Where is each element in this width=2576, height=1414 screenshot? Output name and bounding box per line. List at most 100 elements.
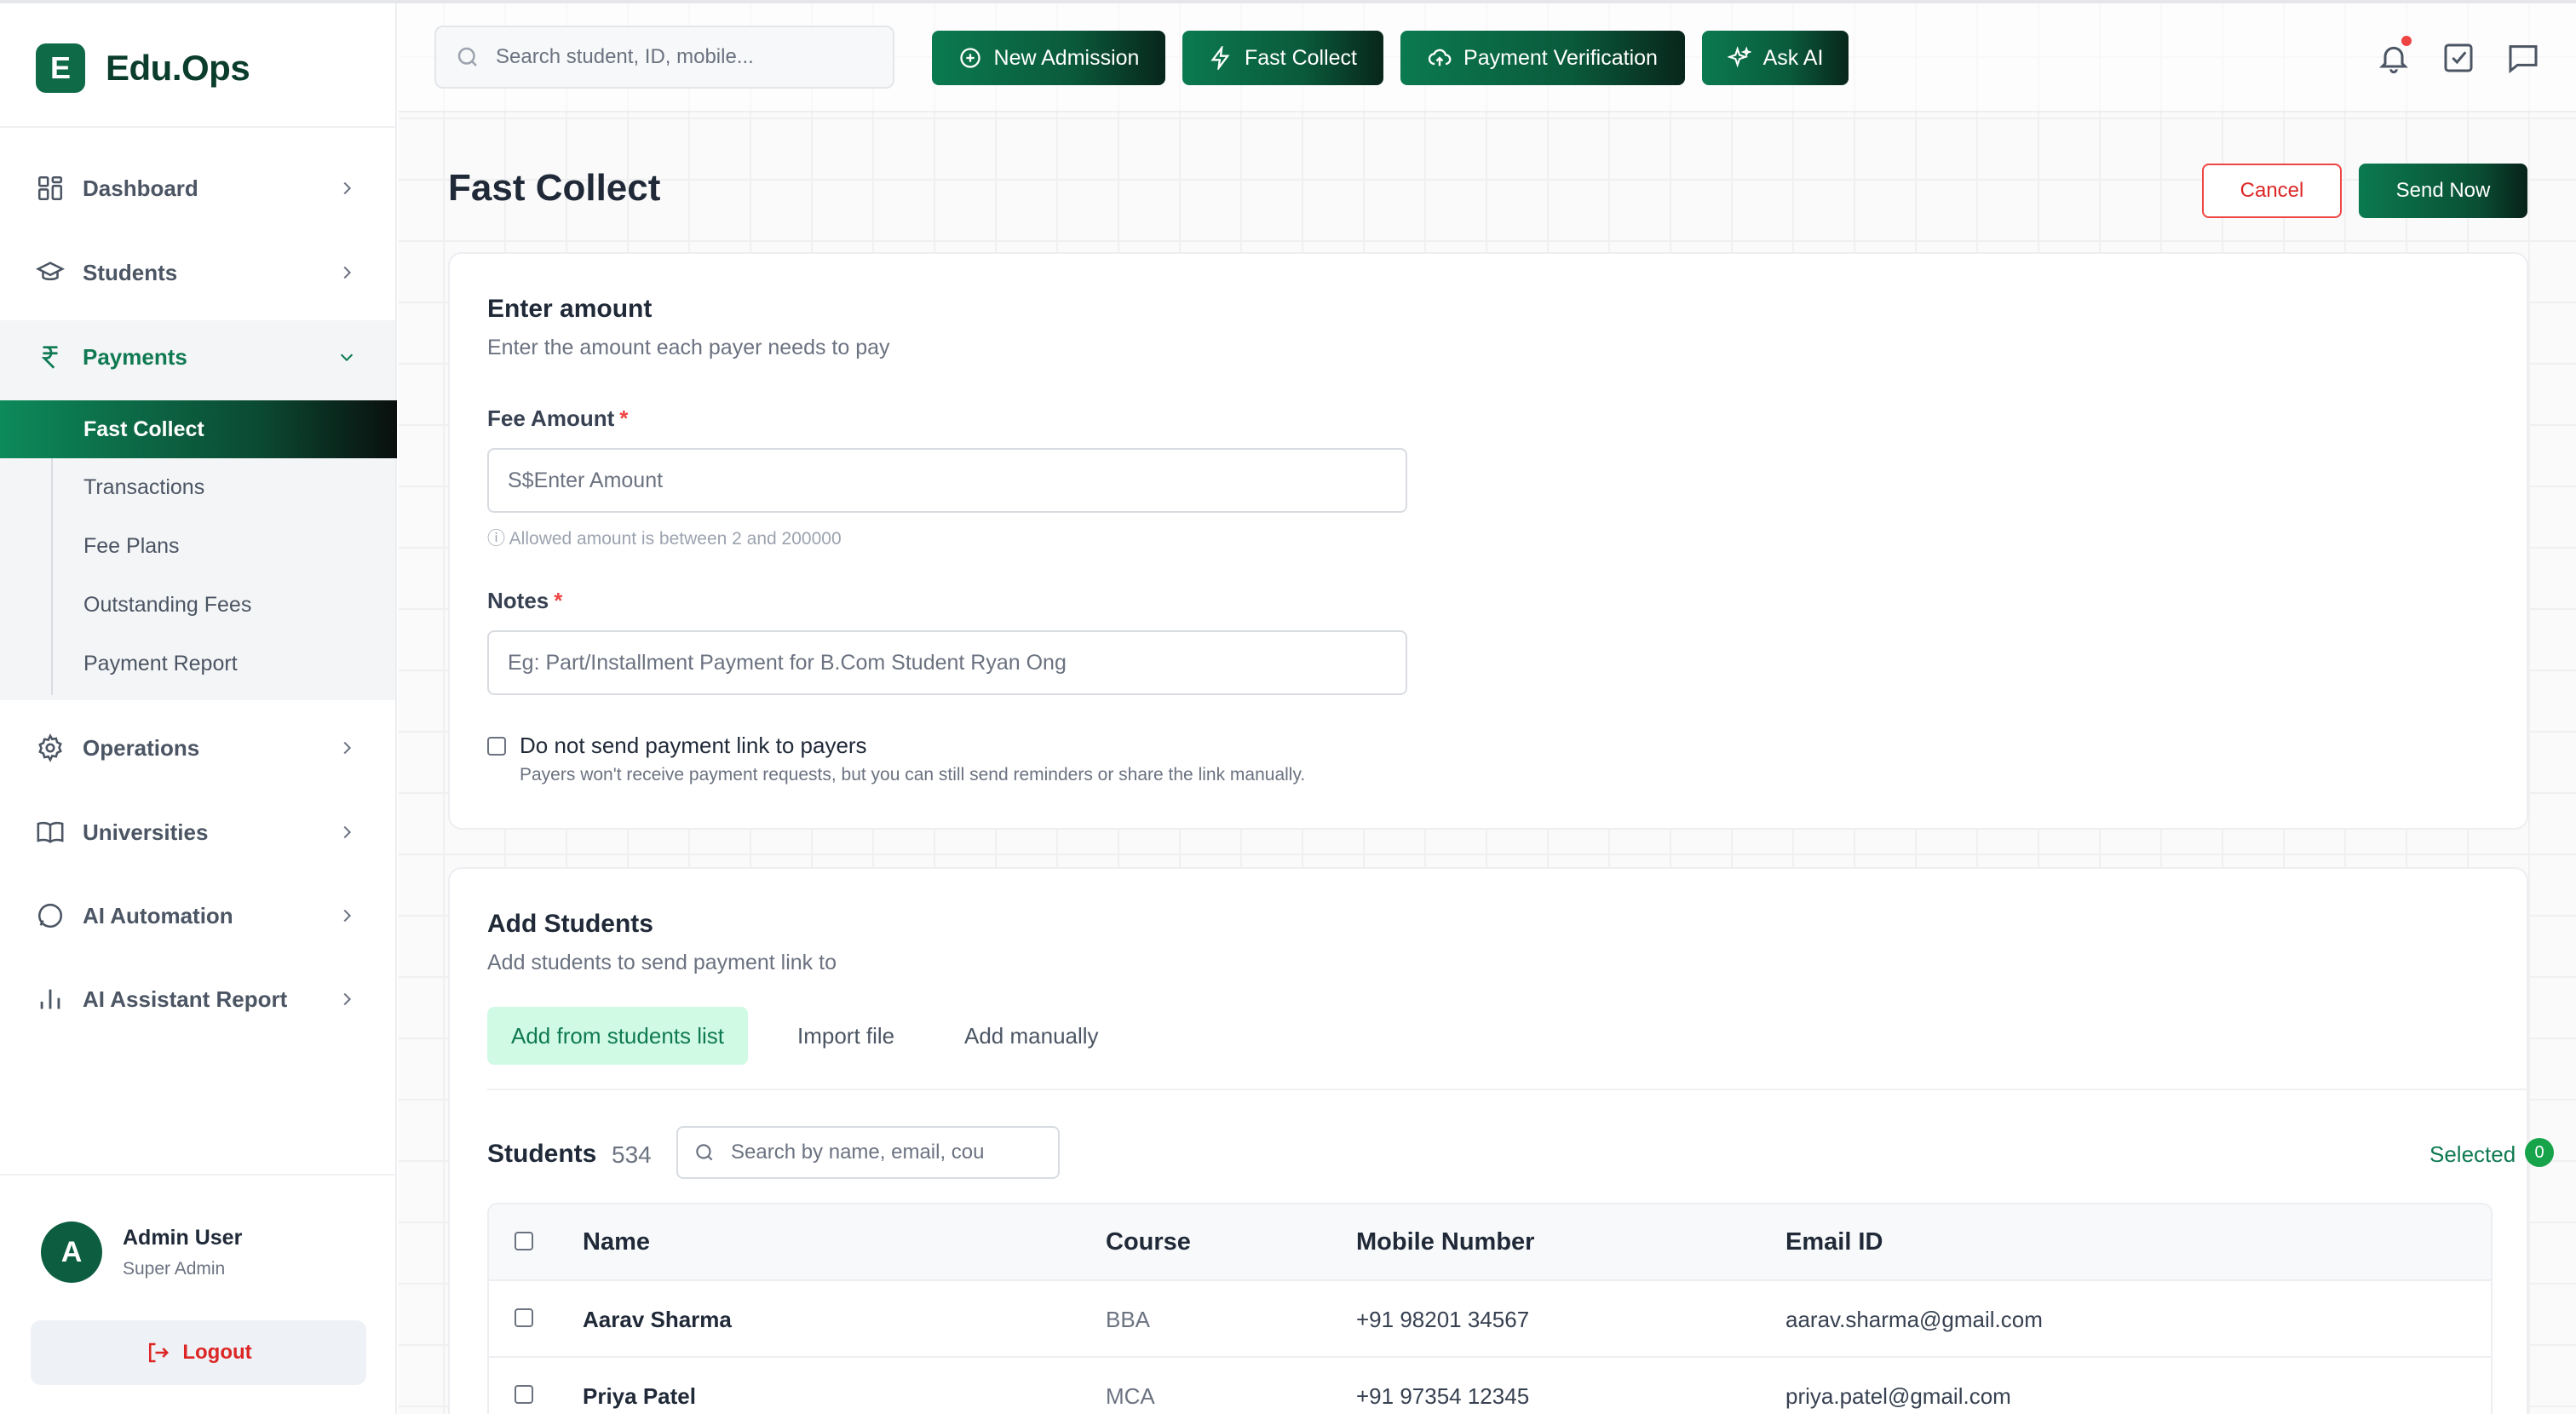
send-now-button[interactable]: Send Now [2359,164,2527,218]
student-search-input[interactable] [731,1141,1055,1164]
sparkles-icon [1727,46,1751,70]
student-mobile: +91 97354 12345 [1356,1383,1530,1409]
tab-add-manually[interactable]: Add manually [964,1007,1099,1065]
sidebar-item-label: AI Assistant Report [83,986,288,1012]
new-admission-button[interactable]: New Admission [932,31,1165,85]
student-name: Priya Patel [583,1383,696,1409]
sidebar-subitem-outstanding-fees[interactable]: Outstanding Fees [83,593,251,618]
row-checkbox[interactable] [515,1385,533,1404]
plus-circle-icon [958,46,982,70]
cloud-upload-icon [1428,46,1452,70]
sidebar-item-payments[interactable]: Payments [0,315,395,399]
user-profile[interactable]: A Admin User Super Admin [41,1221,242,1283]
no-link-checkbox[interactable] [487,736,506,756]
chevron-right-icon [337,823,356,842]
bell-icon[interactable] [2377,41,2411,75]
search-input[interactable] [496,45,888,69]
enter-amount-card: Enter amount Enter the amount each payer… [448,252,2528,830]
student-course: BBA [1106,1307,1151,1332]
sidebar-item-label: Students [83,259,178,285]
notes-input[interactable] [508,650,1377,675]
fee-amount-label: Fee Amount * [487,405,628,432]
fee-amount-field[interactable] [487,448,1407,513]
student-course: MCA [1106,1383,1155,1409]
column-header-email[interactable]: Email ID [1785,1228,1883,1256]
logout-button[interactable]: Logout [31,1320,366,1385]
button-label: Ask AI [1762,45,1824,70]
cancel-button[interactable]: Cancel [2202,164,2342,218]
page-title: Fast Collect [448,167,661,209]
sidebar-item-students[interactable]: Students [0,231,395,314]
selected-count-badge: 0 [2525,1138,2554,1167]
student-search[interactable] [676,1126,1060,1179]
chevron-right-icon [337,990,356,1009]
gear-icon [36,733,65,762]
sidebar-item-label: Operations [83,734,200,761]
button-label: Payment Verification [1463,45,1658,70]
user-role: Super Admin [123,1258,226,1279]
bar-chart-icon [36,985,65,1014]
sidebar-item-label: Universities [83,819,209,845]
sidebar-item-operations[interactable]: Operations [0,706,395,790]
notification-dot [2401,36,2412,46]
sidebar-item-ai-assistant-report[interactable]: AI Assistant Report [0,957,395,1041]
app-name: Edu.Ops [106,48,250,88]
global-search[interactable] [434,26,894,89]
search-icon [455,44,480,70]
messages-icon[interactable] [2506,41,2540,75]
app-logo[interactable]: E Edu.Ops [36,43,250,93]
tab-add-from-list[interactable]: Add from students list [487,1007,748,1065]
no-link-checkbox-row[interactable]: Do not send payment link to payers [487,733,867,759]
column-header-course[interactable]: Course [1106,1228,1191,1256]
fee-amount-input[interactable] [508,468,1377,493]
checkbox-label: Do not send payment link to payers [520,733,867,758]
students-heading: Students [487,1140,597,1168]
book-icon [36,818,65,847]
column-header-mobile[interactable]: Mobile Number [1356,1228,1534,1256]
ask-ai-button[interactable]: Ask AI [1702,31,1849,85]
tab-import-file[interactable]: Import file [797,1007,894,1065]
checkbox-hint: Payers won't receive payment requests, b… [520,765,1306,785]
fee-amount-hint: ⓘ Allowed amount is between 2 and 200000 [487,529,842,549]
column-header-name[interactable]: Name [583,1228,650,1256]
submenu-line [51,458,53,695]
sidebar-divider [0,126,397,128]
table-row[interactable]: Aarav Sharma BBA +91 98201 34567 aarav.s… [489,1281,2491,1358]
table-row[interactable]: Priya Patel MCA +91 97354 12345 priya.pa… [489,1358,2491,1414]
chevron-right-icon [337,179,356,198]
sidebar-item-dashboard[interactable]: Dashboard [0,147,395,230]
tabs-divider [487,1089,2530,1090]
fast-collect-button[interactable]: Fast Collect [1182,31,1383,85]
table-header: Name Course Mobile Number Email ID [489,1204,2491,1281]
sidebar: E Edu.Ops Dashboard Students Payments Fa… [0,3,397,1414]
select-all-checkbox[interactable] [515,1232,533,1250]
sidebar-footer-divider [0,1174,397,1175]
button-label: Fast Collect [1245,45,1357,70]
top-bar: New Admission Fast Collect Payment Verif… [399,3,2576,112]
sidebar-item-label: Payments [83,343,187,370]
sidebar-item-ai-automation[interactable]: AI Automation [0,874,395,957]
user-name: Admin User [123,1225,243,1250]
chevron-right-icon [337,263,356,282]
chevron-down-icon [337,348,356,366]
graduation-cap-icon [36,258,65,287]
main-content: New Admission Fast Collect Payment Verif… [399,3,2576,1414]
payment-verification-button[interactable]: Payment Verification [1400,31,1685,85]
tasks-icon[interactable] [2441,41,2475,75]
students-count: 534 [612,1141,652,1168]
card-title: Add Students [487,910,653,938]
row-checkbox[interactable] [515,1308,533,1327]
sidebar-subitem-payment-report[interactable]: Payment Report [83,652,238,676]
sidebar-subitem-fast-collect[interactable]: Fast Collect [0,400,397,458]
chevron-right-icon [337,906,356,925]
sidebar-item-label: Dashboard [83,175,198,201]
card-title: Enter amount [487,295,653,323]
sidebar-subitem-fee-plans[interactable]: Fee Plans [83,534,180,559]
logout-icon [145,1340,170,1365]
sidebar-subitem-transactions[interactable]: Transactions [83,475,204,500]
required-mark: * [619,405,629,431]
sidebar-item-universities[interactable]: Universities [0,790,395,874]
chat-bubble-icon [36,901,65,930]
notes-field[interactable] [487,630,1407,695]
sidebar-item-label: AI Automation [83,902,233,928]
